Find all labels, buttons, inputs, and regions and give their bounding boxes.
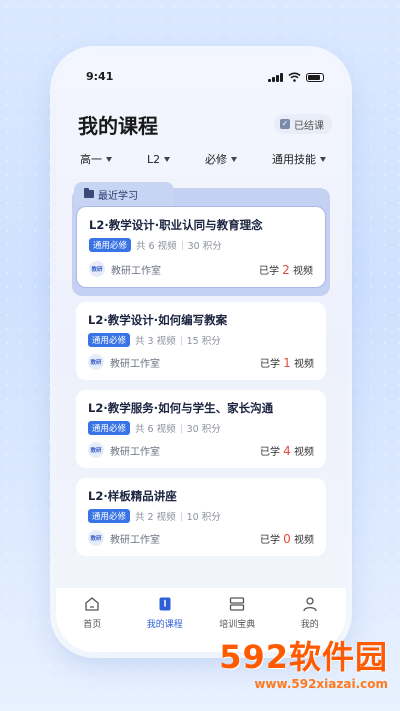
course-title: L2·样板精品讲座: [88, 489, 177, 503]
learned-count: 已学 2 视频: [258, 262, 313, 277]
course-footer: 教研 教研工作室 已学 1 视频: [88, 354, 314, 370]
course-meta: 通用必修 共 3 视频 15 积分: [88, 333, 314, 347]
course-title: L2·教学设计·如何编写教案: [88, 313, 228, 327]
course-tag: 通用必修: [88, 509, 131, 523]
course-meta: 通用必修 共 6 视频 30 积分: [89, 238, 313, 252]
course-footer: 教研 教研工作室 已学 2 视频: [89, 261, 313, 277]
caret-down-icon: [320, 156, 326, 162]
status-bar: 9:41: [86, 70, 324, 86]
phone-frame: 9:41 我的课程 ✓ 已结课 高一 L2 必修 通用技能 最近学习 L2·教学…: [56, 52, 346, 652]
learned-count: 已学 4 视频: [259, 443, 314, 458]
studio-logo-icon: 教研: [89, 261, 105, 277]
recent-tab: 最近学习: [74, 182, 174, 206]
course-footer: 教研 教研工作室 已学 0 视频: [88, 530, 314, 546]
video-count: 共 3 视频: [135, 336, 176, 347]
learned-count: 已学 0 视频: [259, 531, 314, 546]
filter-label: 高一: [80, 153, 102, 166]
course-tag: 通用必修: [89, 238, 132, 252]
course-card[interactable]: L2·样板精品讲座 通用必修 共 2 视频 10 积分 教研 教研工作室 已学 …: [76, 478, 326, 556]
studio-logo-icon: 教研: [88, 442, 104, 458]
completed-courses-button[interactable]: ✓ 已结课: [274, 114, 332, 134]
filter-label: L2: [146, 152, 161, 166]
learned-count: 已学 1 视频: [259, 355, 314, 370]
page-title: 我的课程: [78, 114, 158, 138]
filter-bar: 高一 L2 必修 通用技能: [80, 151, 326, 167]
studio-name: 教研工作室: [110, 358, 160, 370]
studio-name: 教研工作室: [111, 265, 161, 277]
studio-name: 教研工作室: [110, 534, 160, 546]
site-watermark: 592软件园 www.592xiazai.com: [219, 641, 388, 691]
points: 30 积分: [187, 241, 222, 252]
user-icon: [303, 597, 317, 612]
filter-grade[interactable]: 高一: [80, 151, 112, 167]
course-icon: [159, 597, 171, 611]
signal-icon: [268, 72, 283, 82]
watermark-url: www.592xiazai.com: [254, 677, 388, 691]
studio-name: 教研工作室: [110, 446, 160, 458]
course-card[interactable]: L2·教学设计·职业认同与教育理念 通用必修 共 6 视频 30 积分 教研 教…: [76, 206, 326, 288]
course-tag: 通用必修: [88, 421, 131, 435]
filter-type[interactable]: 必修: [205, 151, 238, 167]
filter-category[interactable]: 通用技能: [272, 151, 326, 167]
course-meta: 通用必修 共 6 视频 30 积分: [88, 421, 314, 435]
book-icon: [230, 597, 245, 611]
video-count: 共 6 视频: [136, 241, 177, 252]
course-card[interactable]: L2·教学设计·如何编写教案 通用必修 共 3 视频 15 积分 教研 教研工作…: [76, 302, 326, 380]
folder-icon: [84, 188, 94, 198]
video-count: 共 6 视频: [135, 424, 176, 435]
studio-logo-icon: 教研: [88, 530, 104, 546]
points: 30 积分: [186, 424, 221, 435]
tab-home[interactable]: 首页: [62, 596, 122, 652]
points: 15 积分: [186, 336, 221, 347]
recent-label: 最近学习: [98, 190, 138, 202]
course-meta: 通用必修 共 2 视频 10 积分: [88, 509, 314, 523]
filter-label: 必修: [205, 153, 228, 166]
home-icon: [85, 597, 99, 611]
battery-icon: [306, 72, 324, 82]
wifi-icon: [288, 72, 301, 82]
caret-down-icon: [164, 156, 171, 162]
completed-label: 已结课: [294, 120, 324, 132]
course-title: L2·教学设计·职业认同与教育理念: [89, 218, 263, 232]
course-card[interactable]: L2·教学服务·如何与学生、家长沟通 通用必修 共 6 视频 30 积分 教研 …: [76, 390, 326, 468]
course-title: L2·教学服务·如何与学生、家长沟通: [88, 401, 274, 415]
filter-label: 通用技能: [272, 153, 316, 166]
check-icon: ✓: [280, 119, 290, 129]
caret-down-icon: [231, 156, 238, 162]
status-icons: [268, 72, 324, 82]
filter-level[interactable]: L2: [146, 151, 171, 167]
caret-down-icon: [106, 156, 112, 162]
status-time: 9:41: [86, 70, 114, 83]
watermark-brand: 592软件园: [219, 638, 388, 676]
course-tag: 通用必修: [88, 333, 131, 347]
points: 10 积分: [186, 512, 221, 523]
course-footer: 教研 教研工作室 已学 4 视频: [88, 442, 314, 458]
studio-logo-icon: 教研: [88, 354, 104, 370]
app-screen: 9:41 我的课程 ✓ 已结课 高一 L2 必修 通用技能 最近学习 L2·教学…: [56, 52, 346, 652]
video-count: 共 2 视频: [135, 512, 176, 523]
tab-my-courses[interactable]: 我的课程: [135, 596, 195, 652]
